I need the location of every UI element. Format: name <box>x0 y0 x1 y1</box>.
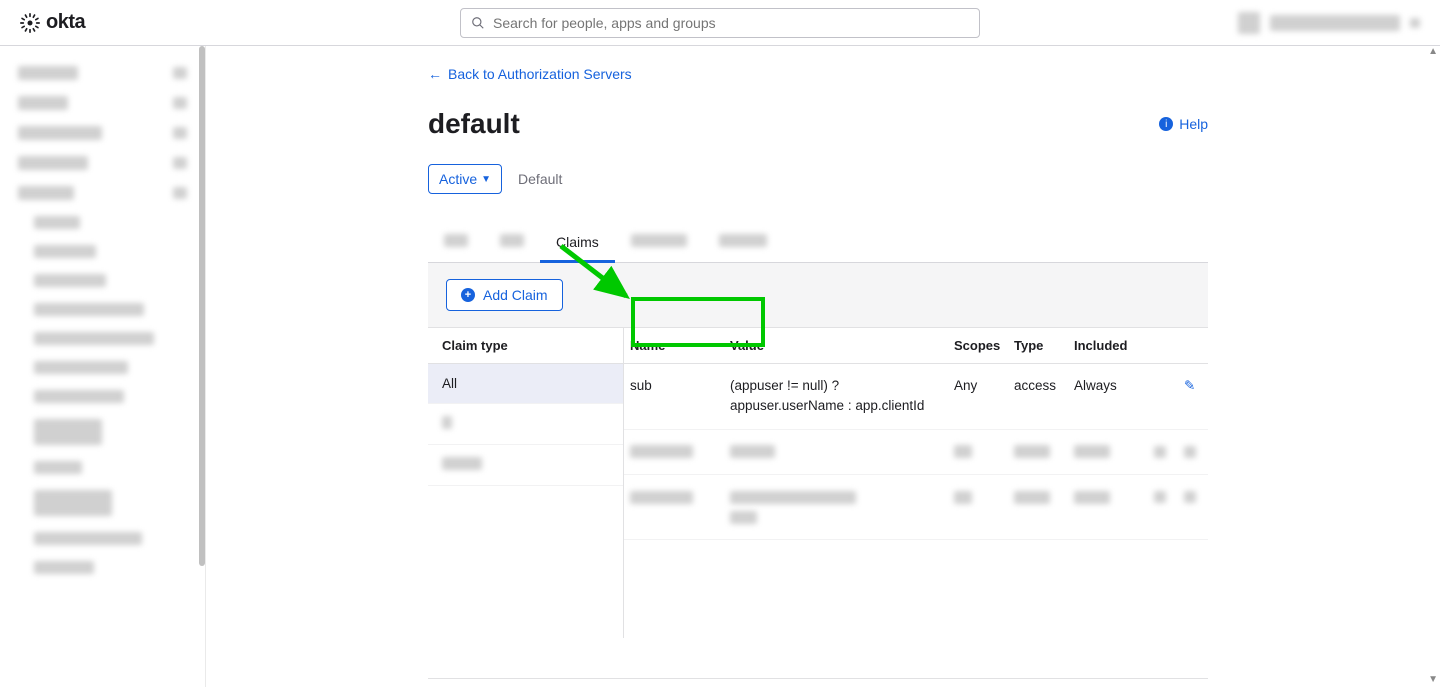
column-header: Scopes <box>948 328 1008 364</box>
tab-redacted[interactable] <box>703 224 783 262</box>
table-row <box>624 429 1208 474</box>
table-row <box>624 474 1208 540</box>
sidebar-scrollbar[interactable] <box>199 46 205 566</box>
topbar: okta <box>0 0 1440 46</box>
chevron-down-icon: ▼ <box>481 174 491 185</box>
sidebar <box>0 46 206 687</box>
cell-included <box>1068 474 1148 540</box>
cell-type: access <box>1008 364 1068 430</box>
cell-included: Always <box>1068 364 1148 430</box>
search-input[interactable] <box>493 15 969 31</box>
tab-redacted[interactable] <box>484 224 540 262</box>
column-header: Value <box>724 328 948 364</box>
column-header: Type <box>1008 328 1068 364</box>
tab-redacted[interactable] <box>428 224 484 262</box>
sidebar-subitem[interactable] <box>0 382 205 411</box>
sidebar-subitem[interactable] <box>0 295 205 324</box>
tabs: Claims <box>428 224 1208 263</box>
back-link-label: Back to Authorization Servers <box>448 66 632 82</box>
sidebar-subitem[interactable] <box>0 266 205 295</box>
search-wrap <box>460 8 980 38</box>
user-avatar <box>1238 12 1260 34</box>
page-title: default <box>428 108 520 140</box>
help-link[interactable]: i Help <box>1159 116 1208 132</box>
sidebar-subitem[interactable] <box>0 324 205 353</box>
cell-scopes <box>948 429 1008 474</box>
status-active-button[interactable]: Active ▼ <box>428 164 502 194</box>
back-link[interactable]: ← Back to Authorization Servers <box>428 66 632 82</box>
claim-type-item[interactable] <box>428 445 623 486</box>
content-inner: ← Back to Authorization Servers default … <box>428 46 1208 687</box>
main-layout: ← Back to Authorization Servers default … <box>0 46 1440 687</box>
column-header: Name <box>624 328 724 364</box>
claim-type-item[interactable]: All <box>428 364 623 404</box>
cell-value <box>724 474 948 540</box>
user-name <box>1270 15 1400 31</box>
table-row: sub(appuser != null) ? appuser.userName … <box>624 364 1208 430</box>
status-active-label: Active <box>439 171 477 187</box>
cell-included <box>1068 429 1148 474</box>
claim-type-column: Claim type All <box>428 328 624 638</box>
sidebar-item[interactable] <box>0 118 205 148</box>
cell-value <box>724 429 948 474</box>
search-box[interactable] <box>460 8 980 38</box>
cell-scopes: Any <box>948 364 1008 430</box>
help-label: Help <box>1179 116 1208 132</box>
cell-name: sub <box>624 364 724 430</box>
brand-logo[interactable]: okta <box>20 11 85 34</box>
sidebar-subitem[interactable] <box>0 237 205 266</box>
column-header: Included <box>1068 328 1148 364</box>
edit-icon[interactable]: ✎ <box>1184 378 1195 393</box>
claims-area: Claim type All NameValueScopesTypeInclud… <box>428 328 1208 638</box>
cell-name <box>624 474 724 540</box>
cell-value: (appuser != null) ? appuser.userName : a… <box>724 364 948 430</box>
cell-scopes <box>948 474 1008 540</box>
sidebar-subitem[interactable] <box>0 453 205 482</box>
content-scroll-down[interactable]: ▼ <box>1428 674 1438 685</box>
cell-name <box>624 429 724 474</box>
title-row: default i Help <box>428 108 1208 140</box>
sidebar-item[interactable] <box>0 148 205 178</box>
sidebar-subitem[interactable] <box>0 482 205 524</box>
plus-circle-icon: + <box>461 288 475 302</box>
sidebar-item[interactable] <box>0 58 205 88</box>
back-arrow-icon: ← <box>428 66 442 82</box>
content-scroll-up[interactable]: ▲ <box>1428 46 1438 57</box>
footer: © 2024 Okta, Inc. PrivacyStatus siteOK14… <box>428 678 1208 687</box>
sidebar-subitem[interactable] <box>0 411 205 453</box>
status-row: Active ▼ Default <box>428 164 1208 194</box>
claims-table: NameValueScopesTypeIncluded sub(appuser … <box>624 328 1208 638</box>
status-default-label: Default <box>518 171 562 187</box>
add-claim-bar: + Add Claim <box>428 263 1208 328</box>
sidebar-subitem[interactable] <box>0 524 205 553</box>
cell-type <box>1008 429 1068 474</box>
sidebar-subitem[interactable] <box>0 353 205 382</box>
search-icon <box>471 16 485 30</box>
add-claim-label: Add Claim <box>483 287 548 303</box>
sidebar-subitem[interactable] <box>0 553 205 582</box>
claim-type-header: Claim type <box>428 328 623 364</box>
cell-type <box>1008 474 1068 540</box>
claim-type-item[interactable] <box>428 404 623 445</box>
tab-claims[interactable]: Claims <box>540 224 615 263</box>
user-area[interactable] <box>1238 12 1420 34</box>
add-claim-button[interactable]: + Add Claim <box>446 279 563 311</box>
sidebar-item[interactable] <box>0 88 205 118</box>
okta-icon <box>20 13 40 33</box>
brand-name: okta <box>46 11 85 34</box>
sidebar-subitem[interactable] <box>0 208 205 237</box>
user-menu-icon <box>1410 18 1420 28</box>
content: ← Back to Authorization Servers default … <box>206 46 1440 687</box>
sidebar-item[interactable] <box>0 178 205 208</box>
info-icon: i <box>1159 117 1173 131</box>
tab-redacted[interactable] <box>615 224 703 262</box>
